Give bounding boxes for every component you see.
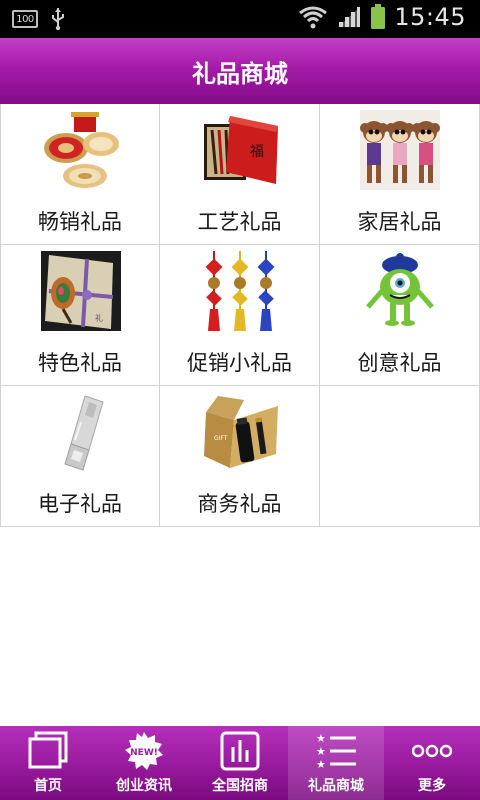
category-item[interactable]: GIFT 商务礼品 — [160, 386, 320, 527]
empty-cell — [320, 386, 480, 527]
new-badge-text: NEW! — [130, 748, 158, 758]
nav-item-news[interactable]: NEW! 创业资讯 — [96, 726, 192, 800]
nav-label: 更多 — [418, 778, 446, 794]
category-item[interactable]: 家居礼品 — [320, 104, 480, 245]
nav-item-more[interactable]: 更多 — [384, 726, 480, 800]
svg-text:★: ★ — [316, 732, 326, 745]
nav-label: 创业资讯 — [116, 778, 172, 794]
category-item[interactable]: 福 工艺礼品 — [160, 104, 320, 245]
category-label: 工艺礼品 — [197, 210, 282, 234]
title-bar: 礼品商城 — [0, 38, 480, 104]
coasters-image — [41, 110, 121, 190]
more-dots-icon — [412, 744, 452, 758]
svg-text:礼: 礼 — [95, 313, 103, 323]
category-item[interactable]: 促销小礼品 — [160, 245, 320, 386]
business-gift-set-image: GIFT — [200, 392, 280, 472]
home-icon — [28, 731, 68, 769]
category-label: 家居礼品 — [357, 210, 442, 234]
gift-box-image: 礼 — [41, 251, 121, 331]
status-time: 15:45 — [394, 3, 466, 31]
category-label: 电子礼品 — [38, 492, 122, 516]
chopsticks-box-image: 福 — [200, 110, 280, 190]
svg-text:福: 福 — [250, 144, 264, 160]
signal-icon — [338, 7, 361, 27]
usb-drive-image — [41, 392, 121, 472]
nav-item-gift-mall[interactable]: ★ ★ ★ 礼品商城 — [288, 726, 384, 800]
battery-icon — [371, 4, 386, 29]
nav-label: 礼品商城 — [308, 778, 364, 794]
wifi-icon — [299, 6, 328, 29]
category-item[interactable]: 畅销礼品 — [0, 104, 160, 245]
chinese-knots-image — [200, 251, 280, 331]
bottom-nav: 首页 NEW! 创业资讯 全国招商 ★ ★ ★ 礼品商城 更多 — [0, 726, 480, 800]
bar-chart-icon — [220, 731, 260, 771]
nav-label: 首页 — [34, 778, 62, 794]
battery-outline-icon: 100 — [12, 10, 38, 28]
monkey-figurines-image — [360, 110, 440, 190]
category-item[interactable]: 创意礼品 — [320, 245, 480, 386]
usb-icon — [52, 8, 64, 31]
star-list-icon: ★ ★ ★ — [316, 732, 356, 771]
category-grid: 畅销礼品 福 工艺礼品 家居礼品 礼 特色礼品 促销小礼品 创意礼品 电子礼品 … — [0, 104, 480, 527]
status-right: 15:45 — [298, 3, 466, 31]
category-item[interactable]: 礼 特色礼品 — [0, 245, 160, 386]
battery-level-text: 100 — [16, 13, 34, 25]
category-label: 商务礼品 — [197, 492, 282, 516]
category-label: 创意礼品 — [357, 351, 442, 375]
status-left: 100 — [12, 7, 66, 31]
green-monster-image — [360, 251, 440, 331]
svg-text:★: ★ — [316, 745, 326, 758]
nav-label: 全国招商 — [212, 778, 268, 794]
category-label: 特色礼品 — [38, 351, 122, 375]
app-screen: 100 15:45 礼品商城 畅销礼品 福 工艺礼品 家居礼品 礼 特色礼品 促… — [0, 0, 480, 800]
category-label: 畅销礼品 — [38, 210, 122, 234]
svg-text:GIFT: GIFT — [214, 435, 228, 442]
category-label: 促销小礼品 — [187, 351, 292, 375]
status-bar: 100 15:45 — [0, 0, 480, 38]
nav-item-home[interactable]: 首页 — [0, 726, 96, 800]
svg-text:★: ★ — [316, 758, 326, 771]
nav-item-investment[interactable]: 全国招商 — [192, 726, 288, 800]
page-title: 礼品商城 — [192, 59, 288, 88]
category-item[interactable]: 电子礼品 — [0, 386, 160, 527]
new-badge-icon: NEW! — [125, 732, 163, 770]
